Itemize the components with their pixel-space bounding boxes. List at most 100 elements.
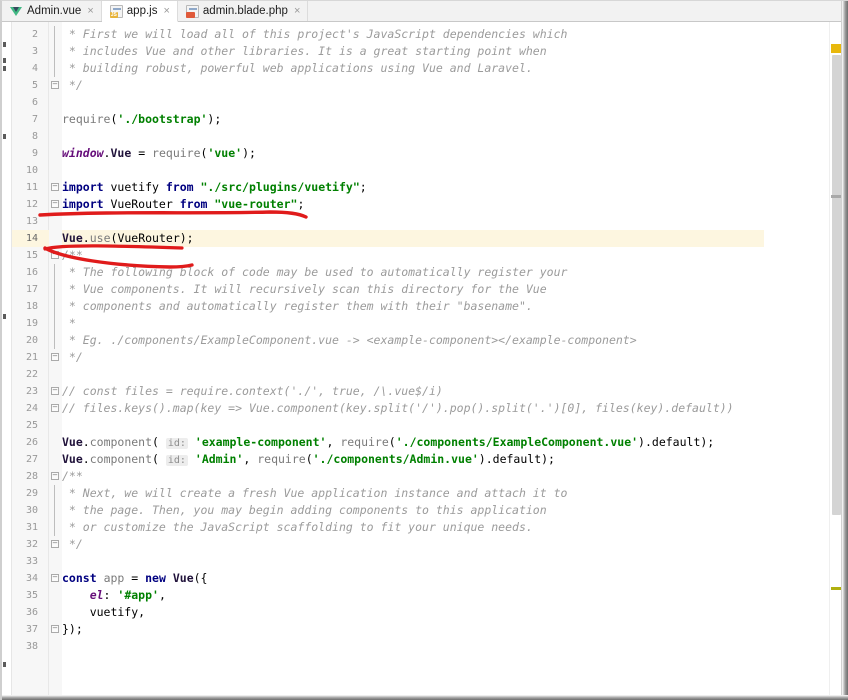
code-token: vuetify [62,605,139,619]
code-token: from [179,197,208,211]
code-editor[interactable]: 2 3 4 5 6 7 8 9 10 11 12 13 14 15 16 17 18 19 20 21 22 23 24 25… [2,22,848,700]
code-token: ( [152,435,166,449]
code-token: */ [62,350,83,364]
warning-marker[interactable] [831,44,841,53]
code-folding-gutter[interactable] [49,22,62,700]
line-number: 6 [31,97,38,108]
code-token: require [257,452,306,466]
vertical-scrollbar-thumb[interactable] [832,55,841,515]
fold-region-bar [54,298,55,315]
code-token: ); [179,231,194,245]
fold-collapse-icon[interactable] [51,404,59,412]
line-number: 29 [25,488,38,499]
code-token: Vue [62,231,83,245]
code-token: require [340,435,389,449]
fold-collapse-icon[interactable] [51,183,59,191]
fold-collapse-icon[interactable] [51,251,59,259]
annotation-gutter[interactable] [2,22,12,700]
code-token: '#app' [117,588,159,602]
line-number: 3 [31,46,38,57]
line-number: 20 [25,335,38,346]
fold-collapse-icon[interactable] [51,540,59,548]
code-token: }); [62,622,83,636]
gutter-change-marker[interactable] [3,66,6,71]
vue-file-icon [10,5,23,18]
line-number: 8 [31,131,38,142]
code-token: './components/Admin.vue' [312,452,479,466]
code-token: * Eg. ./components/ExampleComponent.vue … [62,333,637,347]
code-token: "vue-router" [214,197,298,211]
gutter-change-marker[interactable] [3,314,6,319]
code-text-area[interactable]: * First we will load all of this project… [62,22,824,700]
line-number-gutter[interactable]: 2 3 4 5 6 7 8 9 10 11 12 13 14 15 16 17 18 19 20 21 22 23 24 25… [12,22,61,700]
line-number: 22 [25,369,38,380]
tab-admin-blade-php[interactable]: admin.blade.php × [177,1,309,21]
window-shadow-right [842,1,848,700]
code-token: from [165,180,194,194]
code-token: * First we will load all of this project… [62,27,568,41]
code-token: /** [62,248,83,262]
gutter-change-marker[interactable] [3,42,6,47]
code-token: 'Admin' [194,452,244,466]
code-token: /** [62,469,83,483]
code-token: component [89,452,153,466]
line-number: 5 [31,80,38,91]
code-token: . [82,231,90,245]
line-number: 9 [31,148,38,159]
fold-collapse-icon[interactable] [51,200,59,208]
code-token: import [62,180,104,194]
code-line: * components and automatically register … [62,298,533,315]
line-number: 32 [25,539,38,550]
gray-marker[interactable] [831,195,841,198]
code-token: ( [305,452,313,466]
fold-region-bar [54,281,55,298]
line-number: 11 [25,182,38,193]
code-token: * includes Vue and other libraries. It i… [62,44,547,58]
code-token: VueRouter [103,197,180,211]
caret-position-marker[interactable] [831,587,841,590]
code-token: ; [297,197,305,211]
fold-collapse-icon[interactable] [51,625,59,633]
line-number: 28 [25,471,38,482]
code-line: */ [62,77,83,94]
editor-tab-bar: Admin.vue × app.js × admin.blade.php × [2,1,848,22]
code-token: component [89,435,153,449]
gutter-change-marker[interactable] [3,134,6,139]
gutter-change-marker[interactable] [3,662,6,667]
code-token: * Vue components. It will recursively sc… [62,282,547,296]
code-line: /** [62,468,83,485]
tab-close-icon[interactable]: × [163,5,169,17]
code-token: const [62,571,97,585]
code-line: * First we will load all of this project… [62,26,568,43]
tab-app-js[interactable]: app.js × [101,1,178,22]
code-token: */ [62,537,83,551]
line-number: 17 [25,284,38,295]
gutter-change-marker[interactable] [3,58,6,63]
code-token: : [103,588,118,602]
tab-admin-vue[interactable]: Admin.vue × [2,1,102,21]
line-number: 12 [25,199,38,210]
code-line: * the page. Then, you may begin adding c… [62,502,547,519]
code-line: // const files = require.context('./', t… [62,383,443,400]
line-number: 36 [25,607,38,618]
code-token: ); [700,435,715,449]
fold-collapse-icon[interactable] [51,472,59,480]
tab-close-icon[interactable]: × [87,5,93,17]
tab-close-icon[interactable]: × [294,5,300,17]
code-line: * Eg. ./components/ExampleComponent.vue … [62,332,637,349]
fold-collapse-icon[interactable] [51,81,59,89]
code-token: * the page. Then, you may begin adding c… [62,503,547,517]
code-token: VueRouter [117,231,180,245]
tab-label: Admin.vue [27,5,82,17]
code-token: 'vue' [207,146,243,160]
fold-region-bar [54,264,55,281]
code-line: Vue.component( id: 'example-component', … [62,434,714,451]
fold-collapse-icon[interactable] [51,387,59,395]
fold-collapse-icon[interactable] [51,574,59,582]
code-token: , [138,605,146,619]
line-number: 15 [25,250,38,261]
fold-collapse-icon[interactable] [51,353,59,361]
line-number: 2 [31,29,38,40]
